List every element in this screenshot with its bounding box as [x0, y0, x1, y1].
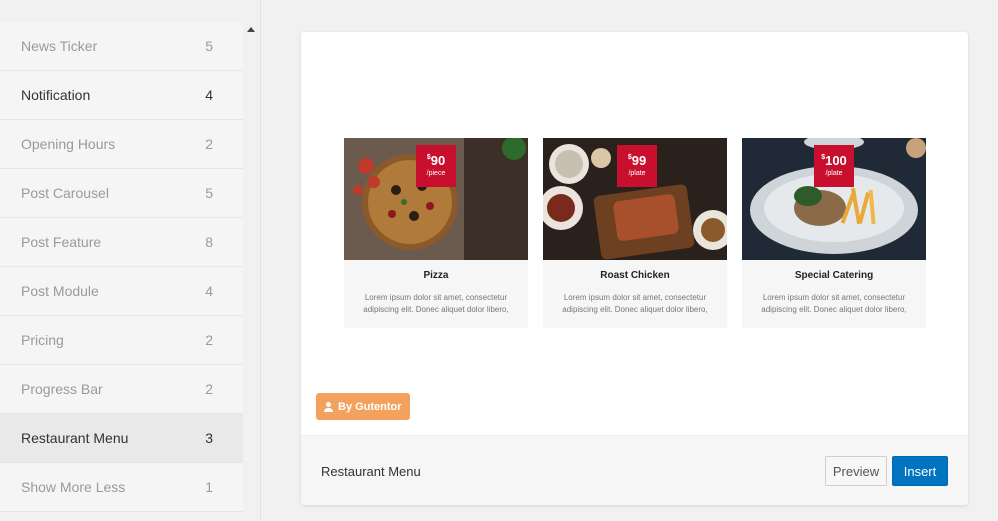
sidebar-item-news-ticker[interactable]: News Ticker 5	[0, 22, 243, 71]
preview-button[interactable]: Preview	[825, 456, 887, 486]
price-unit: /plate	[628, 170, 646, 177]
food-image: $100 /plate	[742, 138, 926, 260]
price-tag: $99 /plate	[617, 145, 657, 187]
sidebar-item-label: Opening Hours	[21, 136, 116, 152]
price-tag: $90 /piece	[416, 145, 456, 187]
price-unit: /piece	[426, 170, 446, 177]
sidebar-item-label: Progress Bar	[21, 381, 103, 397]
author-badge-label: By Gutentor	[338, 400, 402, 413]
price-tag: $100 /plate	[814, 145, 854, 187]
sidebar-item-post-module[interactable]: Post Module 4	[0, 267, 243, 316]
sidebar-item-label: Show More Less	[21, 479, 126, 495]
template-card: $90 /piece Pizza Lorem ipsum dolor sit a…	[301, 32, 968, 505]
sidebar-item-label: Post Carousel	[21, 185, 109, 201]
sidebar-item-count: 1	[205, 479, 213, 495]
template-preview[interactable]: $90 /piece Pizza Lorem ipsum dolor sit a…	[301, 32, 968, 435]
user-icon	[324, 401, 333, 412]
menu-item-card: $99 /plate Roast Chicken Lorem ipsum dol…	[543, 138, 727, 328]
sidebar-item-count: 4	[205, 87, 213, 103]
price-currency: $	[426, 154, 431, 161]
sidebar-item-count: 5	[205, 185, 213, 201]
sidebar-item-show-more-less[interactable]: Show More Less 1	[0, 463, 243, 512]
template-name: Restaurant Menu	[321, 464, 421, 479]
price-value: 99	[631, 153, 647, 168]
menu-item-description: Lorem ipsum dolor sit amet, consectetur …	[761, 293, 907, 314]
sidebar-item-count: 8	[205, 234, 213, 250]
menu-item-description: Lorem ipsum dolor sit amet, consectetur …	[363, 293, 509, 314]
menu-item-card: $100 /plate Special Catering Lorem ipsum…	[742, 138, 926, 328]
menu-item-card: $90 /piece Pizza Lorem ipsum dolor sit a…	[344, 138, 528, 328]
sidebar-item-opening-hours[interactable]: Opening Hours 2	[0, 120, 243, 169]
sidebar-item-label: Post Module	[21, 283, 99, 299]
sidebar-item-pricing[interactable]: Pricing 2	[0, 316, 243, 365]
food-image: $90 /piece	[344, 138, 528, 260]
category-list: News Ticker 5 Notification 4 Opening Hou…	[0, 22, 243, 512]
sidebar-item-post-carousel[interactable]: Post Carousel 5	[0, 169, 243, 218]
scroll-up-arrow-icon[interactable]	[247, 27, 255, 32]
sidebar-item-count: 2	[205, 136, 213, 152]
insert-button[interactable]: Insert	[892, 456, 948, 486]
menu-item-title: Pizza	[423, 270, 449, 281]
sidebar-item-post-feature[interactable]: Post Feature 8	[0, 218, 243, 267]
sidebar-item-count: 5	[205, 38, 213, 54]
sidebar-item-label: Post Feature	[21, 234, 102, 250]
price-value: 90	[430, 153, 446, 168]
sidebar-item-count: 2	[205, 332, 213, 348]
author-badge: By Gutentor	[316, 393, 410, 420]
category-sidebar: News Ticker 5 Notification 4 Opening Hou…	[0, 0, 261, 521]
menu-item-title: Roast Chicken	[600, 270, 670, 281]
sidebar-item-label: Restaurant Menu	[21, 430, 129, 446]
card-footer: Restaurant Menu Preview Insert	[301, 435, 968, 505]
sidebar-item-restaurant-menu[interactable]: Restaurant Menu 3	[0, 414, 243, 463]
sidebar-item-notification[interactable]: Notification 4	[0, 71, 243, 120]
price-value: 100	[825, 153, 847, 168]
menu-item-title: Special Catering	[794, 270, 874, 281]
sidebar-item-count: 4	[205, 283, 213, 299]
sidebar-item-label: Notification	[21, 87, 91, 103]
price-currency: $	[627, 154, 632, 161]
price-currency: $	[821, 154, 826, 161]
sidebar-item-label: Pricing	[21, 332, 64, 348]
food-image: $99 /plate	[543, 138, 727, 260]
sidebar-item-progress-bar[interactable]: Progress Bar 2	[0, 365, 243, 414]
sidebar-item-count: 2	[205, 381, 213, 397]
menu-item-description: Lorem ipsum dolor sit amet, consectetur …	[562, 293, 708, 314]
price-unit: /plate	[825, 170, 843, 177]
sidebar-item-count: 3	[205, 430, 213, 446]
sidebar-item-label: News Ticker	[21, 38, 98, 54]
sidebar-scrollbar[interactable]	[243, 22, 260, 521]
